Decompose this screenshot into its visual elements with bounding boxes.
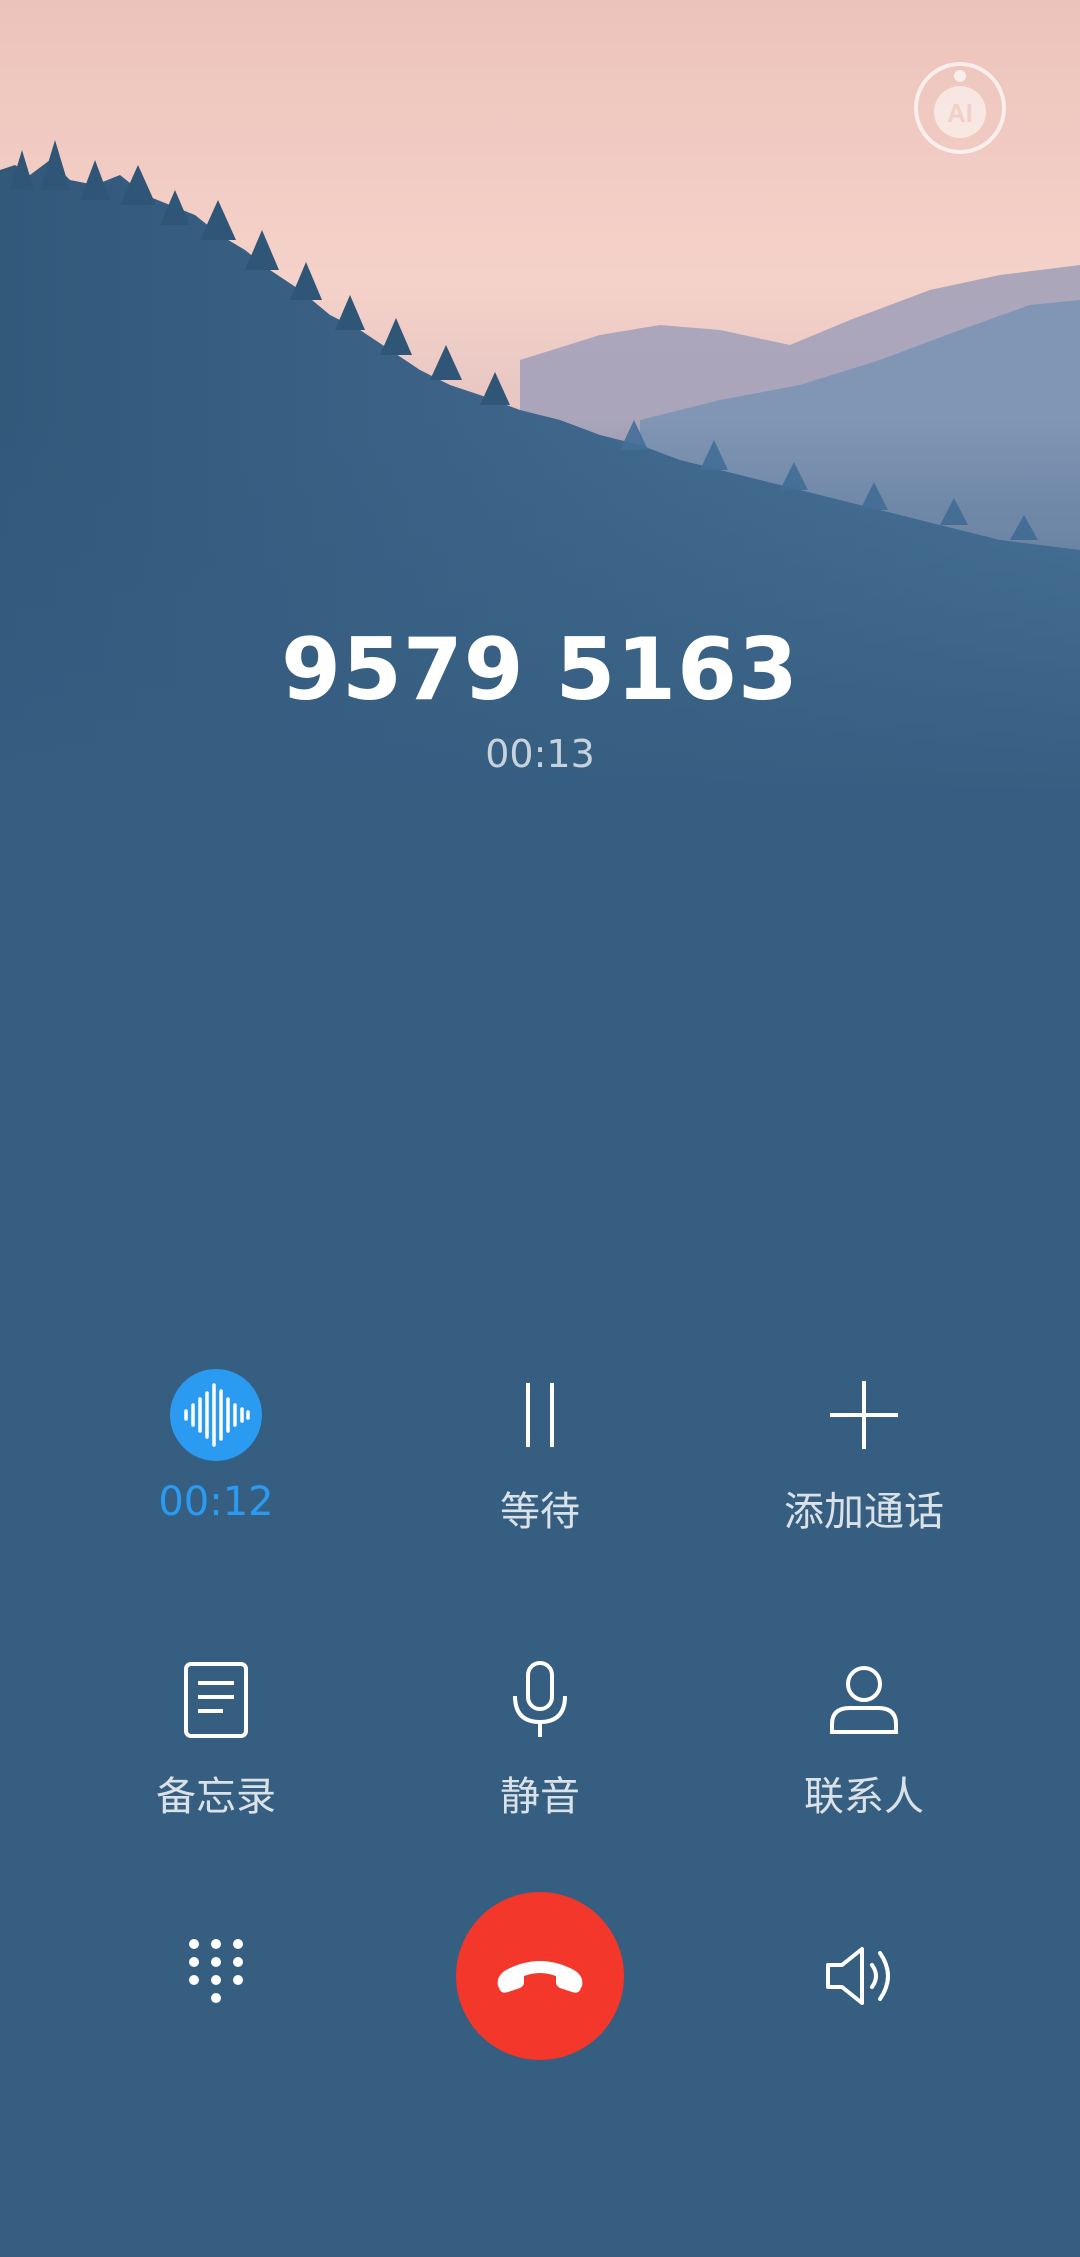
ai-assistant-button[interactable]: AI: [912, 60, 1008, 156]
mute-label: 静音: [500, 1774, 580, 1820]
record-timer-label: 00:12: [158, 1479, 274, 1525]
speaker-icon: [826, 1947, 890, 2005]
in-call-screen: AI 9579 5163 00:13 00:12 等待 添加通话 备忘录 静音 …: [0, 0, 1080, 2257]
add-call-label: 添加通话: [784, 1489, 944, 1535]
mute-button[interactable]: 静音: [390, 1650, 690, 1822]
contacts-button[interactable]: 联系人: [714, 1650, 1014, 1822]
add-call-button[interactable]: 添加通话: [714, 1365, 1014, 1537]
notes-label: 备忘录: [156, 1774, 276, 1820]
voice-waveform-icon: [170, 1369, 262, 1461]
hold-button[interactable]: 等待: [390, 1365, 690, 1537]
notes-button[interactable]: 备忘录: [66, 1650, 366, 1822]
ai-label: AI: [947, 98, 973, 128]
hang-up-icon: [497, 1961, 583, 1993]
speaker-button[interactable]: [804, 1916, 924, 2036]
record-button[interactable]: 00:12: [66, 1365, 366, 1525]
microphone-icon: [513, 1661, 567, 1737]
person-icon: [830, 1666, 898, 1734]
dialpad-icon: [189, 1939, 243, 2003]
phone-number: 9579 5163: [281, 620, 799, 720]
hold-label: 等待: [500, 1489, 580, 1535]
plus-icon: [830, 1381, 898, 1449]
end-call-button[interactable]: [456, 1892, 624, 2060]
call-duration: 00:13: [485, 732, 595, 776]
dialpad-button[interactable]: [156, 1916, 276, 2036]
ai-assistant-icon: AI: [914, 62, 1006, 154]
pause-icon: [526, 1383, 554, 1447]
note-icon: [184, 1662, 248, 1738]
contacts-label: 联系人: [804, 1774, 924, 1820]
